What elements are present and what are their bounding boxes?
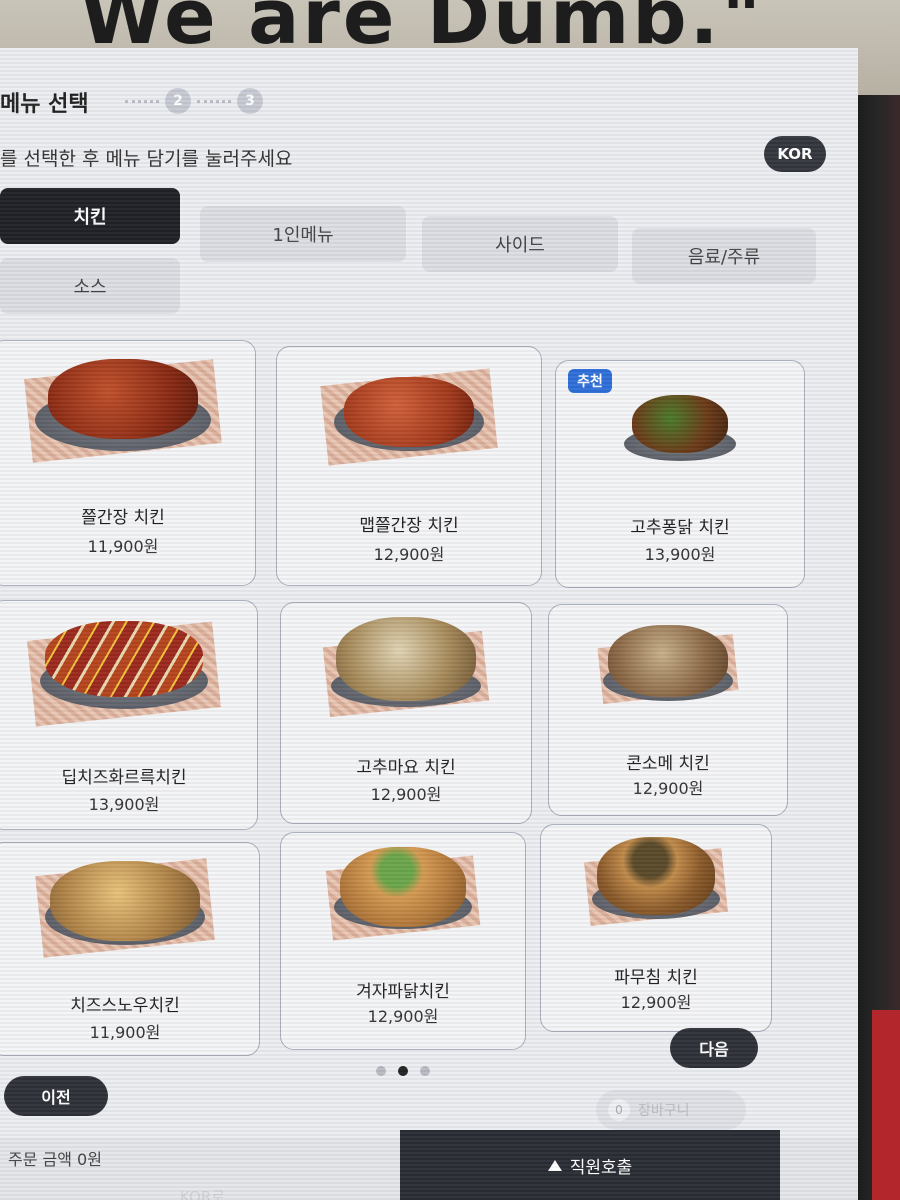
step-title: 메뉴 선택	[0, 92, 89, 117]
tab-sauce[interactable]: 소스	[0, 258, 180, 314]
cart-label: 장바구니	[638, 1103, 690, 1119]
food-image	[340, 847, 466, 927]
menu-card[interactable]: 쯜간장 치킨 11,900원	[0, 340, 256, 586]
menu-card[interactable]: 겨자파닭치킨 12,900원	[280, 832, 526, 1050]
next-button[interactable]: 다음	[670, 1028, 758, 1068]
step-3: 3	[237, 88, 263, 114]
menu-item-price: 12,900원	[373, 545, 445, 564]
tab-drinks[interactable]: 음료/주류	[632, 228, 816, 284]
menu-item-name: 쯜간장 치킨	[81, 508, 165, 528]
menu-item-price: 12,900원	[632, 779, 704, 798]
food-image	[50, 861, 200, 941]
page-indicator	[376, 1066, 430, 1076]
kiosk-screen: 메뉴 선택 2 3 를 선택한 후 메뉴 담기를 눌러주세요 KOR 치킨 1인…	[0, 48, 858, 1200]
recommend-badge: 추천	[568, 369, 612, 393]
menu-item-name: 치즈스노우치킨	[70, 996, 180, 1016]
menu-card[interactable]: 파무침 치킨 12,900원	[540, 824, 772, 1032]
menu-item-name: 고추마요 치킨	[356, 758, 456, 778]
cut-off-text: KOR로	[180, 1188, 226, 1200]
red-device-edge	[872, 1010, 900, 1200]
tab-chicken[interactable]: 치킨	[0, 188, 180, 244]
menu-item-name: 콘소메 치킨	[626, 754, 710, 774]
food-image	[336, 617, 476, 701]
menu-item-name: 겨자파닭치킨	[356, 982, 450, 1002]
menu-item-price: 11,900원	[89, 1023, 161, 1042]
menu-card[interactable]: 딥치즈화르륵치킨 13,900원	[0, 600, 258, 830]
prev-button[interactable]: 이전	[4, 1076, 108, 1116]
cart-button[interactable]: 0 장바구니	[596, 1090, 746, 1130]
page-dot-current	[398, 1066, 408, 1076]
order-total: 주문 금액 0원	[8, 1150, 102, 1169]
menu-card[interactable]: 맵쯜간장 치킨 12,900원	[276, 346, 542, 586]
menu-item-name: 딥치즈화르륵치킨	[61, 768, 187, 788]
menu-item-price: 12,900원	[370, 785, 442, 804]
staff-call-button[interactable]: 직원호출	[400, 1130, 780, 1200]
menu-item-name: 맵쯜간장 치킨	[359, 516, 459, 536]
menu-card[interactable]: 치즈스노우치킨 11,900원	[0, 842, 260, 1056]
menu-card[interactable]: 추천 고추퐁닭 치킨 13,900원	[555, 360, 805, 588]
tab-side[interactable]: 사이드	[422, 216, 618, 272]
instruction-text: 를 선택한 후 메뉴 담기를 눌러주세요	[0, 148, 293, 170]
food-image	[48, 359, 198, 439]
page-dot	[420, 1066, 430, 1076]
step-indicator: 2 3	[125, 88, 263, 114]
tab-single-menu[interactable]: 1인메뉴	[200, 206, 406, 262]
menu-item-name: 파무침 치킨	[614, 968, 698, 988]
menu-item-price: 13,900원	[644, 545, 716, 564]
page-dot	[376, 1066, 386, 1076]
menu-item-name: 고추퐁닭 치킨	[630, 518, 730, 538]
step-2: 2	[165, 88, 191, 114]
food-image	[344, 377, 474, 447]
staff-call-label: 직원호출	[569, 1157, 633, 1178]
cart-count: 0	[608, 1099, 630, 1121]
food-image	[597, 837, 715, 915]
menu-item-price: 12,900원	[620, 993, 692, 1012]
menu-item-price: 12,900원	[367, 1007, 439, 1026]
menu-item-price: 13,900원	[88, 795, 160, 814]
food-image	[632, 395, 728, 453]
bell-icon	[547, 1159, 562, 1171]
menu-card[interactable]: 콘소메 치킨 12,900원	[548, 604, 788, 816]
language-button[interactable]: KOR	[764, 136, 826, 172]
food-image	[45, 621, 203, 697]
menu-card[interactable]: 고추마요 치킨 12,900원	[280, 602, 532, 824]
food-image	[608, 625, 728, 697]
menu-item-price: 11,900원	[87, 537, 159, 556]
